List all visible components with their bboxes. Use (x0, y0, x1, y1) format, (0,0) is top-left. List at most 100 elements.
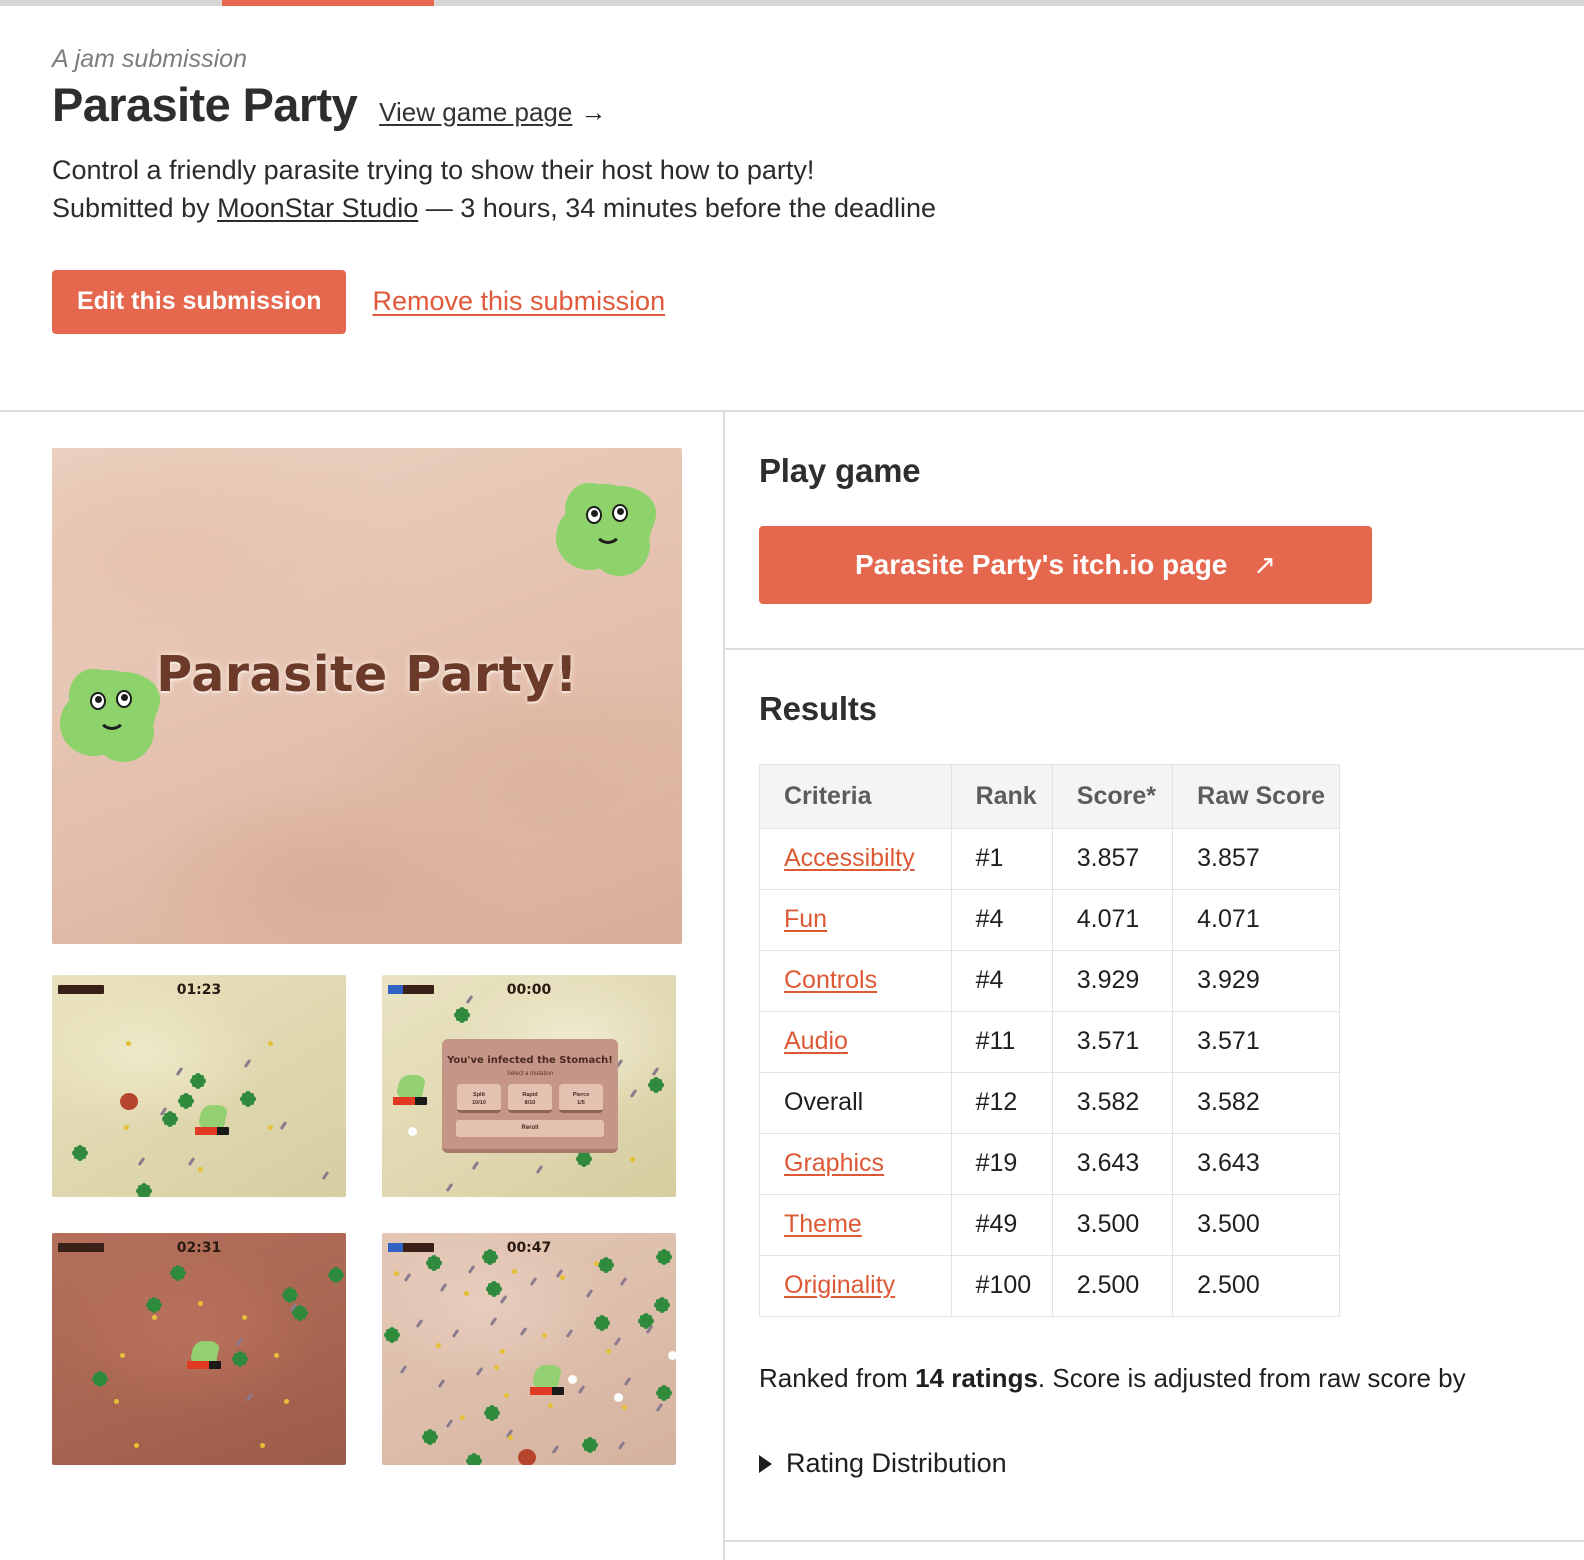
title-row: Parasite Party View game page → (52, 79, 1584, 129)
submitted-by-line: Submitted by MoonStar Studio — 3 hours, … (52, 189, 1584, 227)
cell-criteria: Theme (759, 1194, 952, 1256)
germ-enemy (138, 1185, 150, 1197)
submitted-suffix: — 3 hours, 34 minutes before the deadlin… (418, 193, 937, 224)
bacteria-rod (243, 1058, 252, 1069)
cell-score: 3.643 (1051, 1133, 1174, 1195)
pickup-pellet (134, 1443, 139, 1448)
table-row: Originality #100 2.500 2.500 (759, 1255, 1340, 1317)
blob-smile (98, 714, 126, 730)
reroll-button[interactable]: Reroll (456, 1120, 604, 1137)
germ-enemy (650, 1079, 662, 1091)
criteria-link[interactable]: Audio (784, 1027, 848, 1055)
table-row: Accessibilty #1 3.857 3.857 (759, 828, 1340, 890)
pickup-pellet (560, 1275, 565, 1280)
upgrade-option[interactable]: Split 10/10 (457, 1084, 501, 1113)
germ-enemy (656, 1299, 668, 1311)
cell-score: 4.071 (1051, 889, 1174, 951)
criteria-link[interactable]: Controls (784, 966, 877, 994)
pickup-pellet (548, 1403, 553, 1408)
germ-enemy (74, 1147, 86, 1159)
itchio-page-button[interactable]: Parasite Party's itch.io page ↗ (759, 526, 1372, 604)
blob-eye-left (586, 506, 602, 524)
bacteria-rod (565, 1328, 574, 1339)
bacteria-rod (623, 1376, 632, 1387)
germ-enemy (180, 1095, 192, 1107)
upgrade-option[interactable]: Rapid 8/10 (508, 1084, 552, 1113)
germ-enemy (484, 1251, 496, 1263)
pickup-pellet (512, 1269, 517, 1274)
pickup-pellet (124, 1125, 129, 1130)
media-column: Parasite Party! 01:23 00:00 You've infec… (0, 412, 723, 1560)
player-health-bar (530, 1387, 564, 1395)
ranked-note-prefix: Ranked from (759, 1363, 916, 1393)
white-blood-cell (668, 1351, 676, 1360)
remove-submission-link[interactable]: Remove this submission (372, 286, 665, 317)
player-health-bar (195, 1127, 229, 1135)
bacteria-rod (187, 1156, 196, 1167)
player-health-bar (393, 1097, 427, 1105)
cell-score: 3.929 (1051, 950, 1174, 1012)
germ-enemy (578, 1153, 590, 1165)
screenshot-thumbnail[interactable]: 00:47 (382, 1233, 676, 1465)
hero-screenshot[interactable]: Parasite Party! (52, 448, 682, 944)
table-header-row: Criteria Rank Score* Raw Score (759, 764, 1340, 829)
external-link-icon: ↗ (1253, 549, 1276, 580)
criteria-label: Overall (784, 1088, 864, 1116)
bacteria-rod (403, 1272, 412, 1283)
criteria-link[interactable]: Fun (784, 905, 827, 933)
screenshot-thumbnail[interactable]: 02:31 (52, 1233, 346, 1465)
germ-enemy (658, 1251, 670, 1263)
cell-criteria: Originality (759, 1255, 952, 1317)
pickup-pellet (508, 1435, 513, 1440)
upgrade-option[interactable]: Pierce 1/5 (559, 1084, 603, 1113)
parasite-blob-icon (564, 484, 652, 568)
pickup-pellet (436, 1343, 441, 1348)
pickup-pellet (460, 1415, 465, 1420)
blob-smile (594, 528, 622, 544)
author-link[interactable]: MoonStar Studio (217, 193, 418, 223)
cell-criteria: Audio (759, 1011, 952, 1073)
bacteria-rod (245, 1392, 254, 1403)
pickup-pellet (268, 1041, 273, 1046)
screenshot-thumbnail-grid: 01:23 00:00 You've infected the Stomach!… (52, 975, 723, 1465)
bacteria-rod (619, 1276, 628, 1287)
bacteria-rod (535, 1164, 544, 1175)
pickup-pellet (394, 1271, 399, 1276)
germ-enemy (284, 1289, 296, 1301)
itchio-page-button-label: Parasite Party's itch.io page (855, 549, 1228, 580)
bacteria-rod (519, 1326, 528, 1337)
rating-distribution-toggle[interactable]: Rating Distribution (759, 1448, 1007, 1479)
table-row: Overall #12 3.582 3.582 (759, 1072, 1340, 1134)
view-game-page-link[interactable]: View game page → (379, 97, 606, 128)
screenshot-thumbnail[interactable]: 00:00 You've infected the Stomach! Selec… (382, 975, 676, 1197)
criteria-link[interactable]: Graphics (784, 1149, 884, 1177)
hero-title-text: Parasite Party! (156, 646, 578, 703)
bacteria-rod (437, 1378, 446, 1389)
bacteria-rod (489, 1316, 498, 1327)
criteria-link[interactable]: Theme (784, 1210, 862, 1238)
red-blood-cell (518, 1449, 536, 1465)
white-blood-cell (568, 1375, 577, 1384)
cell-criteria: Overall (759, 1072, 952, 1134)
criteria-link[interactable]: Accessibilty (784, 844, 915, 872)
bacteria-rod (551, 1444, 560, 1455)
pickup-pellet (198, 1301, 203, 1306)
germ-enemy (658, 1387, 670, 1399)
screenshot-thumbnail[interactable]: 01:23 (52, 975, 346, 1197)
edit-submission-button[interactable]: Edit this submission (52, 269, 347, 334)
germ-enemy (172, 1267, 184, 1279)
table-row: Theme #49 3.500 3.500 (759, 1194, 1340, 1256)
pickup-pellet (268, 1125, 273, 1130)
germ-enemy (456, 1009, 468, 1021)
germ-enemy (148, 1299, 160, 1311)
pickup-pellet (500, 1349, 505, 1354)
view-game-page-label[interactable]: View game page (379, 97, 572, 127)
cell-criteria: Controls (759, 950, 952, 1012)
column-header-score: Score* (1051, 764, 1174, 829)
criteria-link[interactable]: Originality (784, 1271, 895, 1299)
cell-rank: #4 (950, 950, 1053, 1012)
bacteria-rod (279, 1120, 288, 1131)
game-timer: 01:23 (176, 982, 222, 998)
cell-rank: #49 (950, 1194, 1053, 1256)
cell-criteria: Graphics (759, 1133, 952, 1195)
